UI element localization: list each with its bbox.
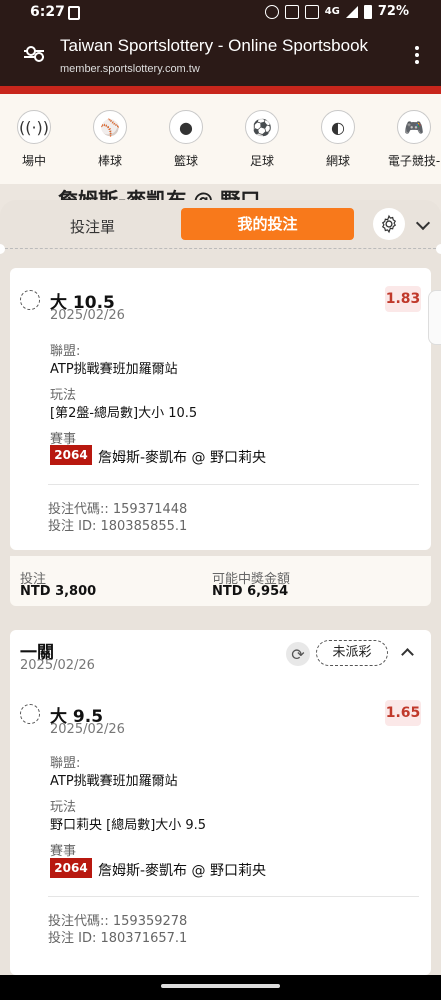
- bet-card: 一關 2025/02/26 ⟳ 未派彩 大 9.5 2025/02/26 1.6…: [10, 630, 431, 975]
- status-icons: 4G 72%: [264, 4, 409, 19]
- category-label: 棒球: [97, 154, 122, 168]
- category-soccer[interactable]: ⚽ 足球: [226, 110, 298, 169]
- network-type: 4G: [324, 6, 340, 17]
- selection-date: 2025/02/26: [50, 308, 125, 323]
- live-icon: ((·)): [17, 110, 51, 144]
- status-bar: 6:27 4G 72%: [0, 0, 441, 26]
- odds-badge: 1.83: [385, 286, 421, 312]
- sport-category-nav: ((·)) 場中 ⚾ 棒球 ● 籃球 ⚽ 足球 ◐ 網球 🎮 電子競技-: [0, 94, 441, 184]
- selection-radio[interactable]: [20, 704, 40, 724]
- league-value: ATP挑戰賽班加羅爾站: [50, 774, 178, 789]
- bet-summary: 投注 NTD 3,800 可能中獎金額 NTD 6,954: [10, 556, 431, 606]
- category-label: 足球: [249, 154, 274, 168]
- page-title: Taiwan Sportslottery - Online Sportsbook: [60, 36, 369, 55]
- browser-toolbar: Taiwan Sportslottery - Online Sportsbook…: [0, 26, 441, 86]
- category-label: 網球: [325, 154, 350, 168]
- card-divider: [48, 484, 419, 485]
- bet-card: 大 10.5 2025/02/26 1.83 聯盟: ATP挑戰賽班加羅爾站 玩…: [10, 268, 431, 550]
- category-label: 場中: [21, 154, 46, 168]
- market-label: 玩法: [50, 388, 77, 403]
- event-code-badge: 2064: [50, 858, 92, 878]
- url-bar[interactable]: member.sportslottery.com.tw: [60, 63, 200, 75]
- gear-icon: [381, 214, 397, 234]
- more-vert-icon[interactable]: [415, 46, 419, 67]
- category-label: 電子競技-: [387, 154, 441, 168]
- site-settings-icon[interactable]: [24, 46, 44, 64]
- signal-icon: [345, 5, 358, 18]
- category-esports[interactable]: 🎮 電子競技-: [378, 110, 441, 169]
- category-label: 籃球: [173, 154, 198, 168]
- soccer-icon: ⚽: [245, 110, 279, 144]
- notification-icon: [68, 6, 80, 20]
- panel-divider: [0, 248, 441, 249]
- tennis-icon: ◐: [321, 110, 355, 144]
- category-live[interactable]: ((·)) 場中: [0, 110, 70, 169]
- side-drawer-handle[interactable]: [428, 290, 441, 345]
- esports-icon: 🎮: [397, 110, 431, 144]
- baseball-icon: ⚾: [93, 110, 127, 144]
- event-label: 賽事: [50, 844, 77, 859]
- league-label: 聯盟:: [50, 756, 81, 771]
- category-tennis[interactable]: ◐ 網球: [302, 110, 374, 169]
- alarm-icon: [264, 4, 279, 19]
- selection-radio[interactable]: [20, 290, 40, 310]
- bet-id: 投注 ID: 180371657.1: [48, 931, 188, 946]
- chevron-up-icon[interactable]: [401, 648, 414, 661]
- card-divider: [48, 896, 419, 897]
- event-name: 詹姆斯-麥凱布 @ 野口莉央: [98, 863, 266, 879]
- home-gesture-pill[interactable]: [161, 984, 280, 988]
- tab-betslip[interactable]: 投注單: [70, 216, 115, 237]
- status-time: 6:27: [30, 4, 65, 20]
- category-basketball[interactable]: ● 籃球: [150, 110, 222, 169]
- league-value: ATP挑戰賽班加羅爾站: [50, 362, 178, 377]
- event-code-badge: 2064: [50, 445, 92, 465]
- category-baseball[interactable]: ⚾ 棒球: [74, 110, 146, 169]
- payout-value: NTD 6,954: [212, 584, 289, 599]
- bet-id: 投注 ID: 180385855.1: [48, 519, 188, 534]
- basketball-icon: ●: [169, 110, 203, 144]
- refresh-icon[interactable]: ⟳: [286, 642, 310, 666]
- battery-percent: 72%: [377, 4, 409, 19]
- event-name: 詹姆斯-麥凱布 @ 野口莉央: [98, 450, 266, 466]
- odds-badge: 1.65: [385, 700, 421, 726]
- market-value: 野口莉央 [總局數]大小 9.5: [50, 818, 207, 833]
- nfc-icon: [284, 4, 299, 19]
- market-value: [第2盤-總局數]大小 10.5: [50, 406, 198, 421]
- settings-button[interactable]: [373, 208, 405, 240]
- bet-date: 2025/02/26: [20, 658, 95, 673]
- status-badge: 未派彩: [316, 640, 388, 666]
- market-label: 玩法: [50, 800, 77, 815]
- system-nav-bar: [0, 975, 441, 1000]
- stake-value: NTD 3,800: [20, 584, 97, 599]
- chevron-down-icon[interactable]: [415, 215, 431, 231]
- tab-my-bets[interactable]: 我的投注: [181, 208, 354, 240]
- brand-strip: [0, 86, 441, 94]
- ticket-notch-left: [0, 244, 5, 254]
- wifi-calling-icon: [304, 4, 319, 19]
- battery-icon: [363, 4, 372, 19]
- ticket-notch-right: [436, 244, 441, 254]
- league-label: 聯盟:: [50, 344, 81, 359]
- selection-date: 2025/02/26: [50, 722, 125, 737]
